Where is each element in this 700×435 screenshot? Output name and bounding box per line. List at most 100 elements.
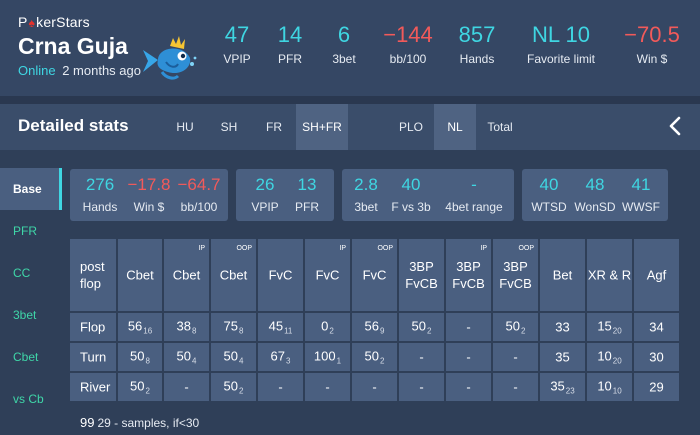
table-cell: 569 <box>352 313 397 341</box>
table-cell: - <box>399 373 444 401</box>
cell-sample-count: 11 <box>284 326 293 336</box>
cell-main-value: 50 <box>364 348 379 364</box>
table-cell: - <box>493 343 538 371</box>
cell-main-value: 56 <box>364 318 379 334</box>
table-cell: 502 <box>118 373 162 401</box>
card-stat-hands: 276 Hands <box>74 175 126 214</box>
card-stat-f-vs-3b: 40 F vs 3b <box>388 175 434 214</box>
nav-3bet[interactable]: 3bet <box>0 294 62 336</box>
nav-cc[interactable]: CC <box>0 252 62 294</box>
cell-main-value: - <box>184 379 189 395</box>
column-header-line: Cbet <box>172 267 201 283</box>
cell-value: - <box>493 380 538 395</box>
table-corner-header: post flop <box>70 239 116 311</box>
row-label-text: Flop <box>80 319 106 335</box>
stat-label: PFR <box>278 52 302 66</box>
section-divider <box>0 96 700 104</box>
column-header: Bet <box>540 239 585 311</box>
column-header-label: Agf <box>634 267 679 284</box>
stat-vpip: 47 VPIP <box>220 22 254 66</box>
table-cell: 3523 <box>540 373 585 401</box>
tab-total[interactable]: Total <box>480 104 520 150</box>
tab-nl[interactable]: NL <box>434 104 476 150</box>
column-header-label: Bet <box>540 267 585 284</box>
table-cell: 34 <box>634 313 679 341</box>
corner-label-line: post <box>80 259 105 274</box>
tab-sh-fr[interactable]: SH+FR <box>296 104 348 150</box>
tab-sh[interactable]: SH <box>210 104 248 150</box>
column-header-line: 3BP <box>456 259 481 274</box>
section-title: Detailed stats <box>18 116 129 135</box>
column-header: Cbet OOP <box>211 239 256 311</box>
stat-value: 47 <box>224 22 250 47</box>
cell-value: 34 <box>634 320 679 335</box>
column-header: 3BP FvCB IP <box>446 239 491 311</box>
cell-sample-count: 2 <box>145 386 150 396</box>
cell-main-value: - <box>466 319 471 335</box>
stat-label: WonSD <box>574 200 616 214</box>
cell-sample-count: 8 <box>239 326 244 336</box>
cell-main-value: 34 <box>649 319 664 335</box>
table-cell: 30 <box>634 343 679 371</box>
cell-value: - <box>399 350 444 365</box>
cell-main-value: - <box>466 349 471 365</box>
row-label-river: River <box>70 373 116 401</box>
cell-value: 569 <box>352 319 397 336</box>
card-stat-wonsd: 48 WonSD <box>572 175 618 214</box>
cell-value: 30 <box>634 350 679 365</box>
column-header-label: XR & R <box>587 267 632 284</box>
table-cell: - <box>305 373 350 401</box>
nav-cbet[interactable]: Cbet <box>0 336 62 378</box>
card-stat-pfr: 13 PFR <box>288 175 326 214</box>
tab-plo[interactable]: PLO <box>392 104 430 150</box>
stat-label: VPIP <box>251 200 279 214</box>
stat-value: −144 <box>383 22 433 47</box>
nav-vs-cb[interactable]: vs Cb <box>0 378 62 420</box>
table-cell: - <box>352 373 397 401</box>
nav-pfr[interactable]: PFR <box>0 210 62 252</box>
stat-3bet: 6 3bet <box>326 22 362 66</box>
cell-value: 5616 <box>118 319 162 336</box>
table-cell: 1010 <box>587 373 632 401</box>
tab-fr[interactable]: FR <box>255 104 293 150</box>
cell-main-value: 45 <box>268 318 284 334</box>
row-label-text: Turn <box>80 349 107 365</box>
cell-value: 502 <box>352 349 397 366</box>
table-cell: 388 <box>164 313 209 341</box>
table-cell: 33 <box>540 313 585 341</box>
stat-value: 41 <box>631 175 651 194</box>
footnote-count: 99 <box>80 415 95 430</box>
cell-main-value: 50 <box>130 348 145 364</box>
nav-base[interactable]: Base <box>0 168 62 210</box>
stat-label: bb/100 <box>180 200 218 214</box>
cell-main-value: 50 <box>223 378 238 394</box>
column-header: 3BP FvCB OOP <box>493 239 538 311</box>
column-header: FvC IP <box>305 239 350 311</box>
column-header: FvC <box>258 239 303 311</box>
cell-main-value: 38 <box>176 318 191 334</box>
table-cell: 508 <box>118 343 162 371</box>
cell-sample-count: 2 <box>380 356 385 366</box>
stat-value: 40 <box>401 175 421 194</box>
position-superscript: OOP <box>377 245 393 252</box>
table-cell: 4511 <box>258 313 303 341</box>
cell-main-value: - <box>513 379 518 395</box>
cell-main-value: 33 <box>555 319 570 335</box>
cell-sample-count: 2 <box>427 326 432 336</box>
cell-main-value: 10 <box>597 348 612 364</box>
column-header-label: 3BP FvCB <box>399 258 444 292</box>
card-stat-4bet-range: - 4bet range <box>438 175 510 214</box>
tab-hu[interactable]: HU <box>166 104 204 150</box>
stat-value: 26 <box>255 175 275 194</box>
stat-label: F vs 3b <box>391 200 431 214</box>
table-cell: - <box>446 373 491 401</box>
cell-main-value: - <box>513 349 518 365</box>
position-superscript: IP <box>198 245 205 252</box>
table-cell: 504 <box>164 343 209 371</box>
stat-label: 3bet <box>332 52 356 66</box>
chevron-left-icon[interactable] <box>666 115 686 137</box>
column-header: XR & R <box>587 239 632 311</box>
cell-main-value: - <box>419 379 424 395</box>
profile-header: P♠kerStars Crna Guja Online 2 months ago… <box>0 0 700 96</box>
fish-avatar-icon <box>143 36 197 80</box>
